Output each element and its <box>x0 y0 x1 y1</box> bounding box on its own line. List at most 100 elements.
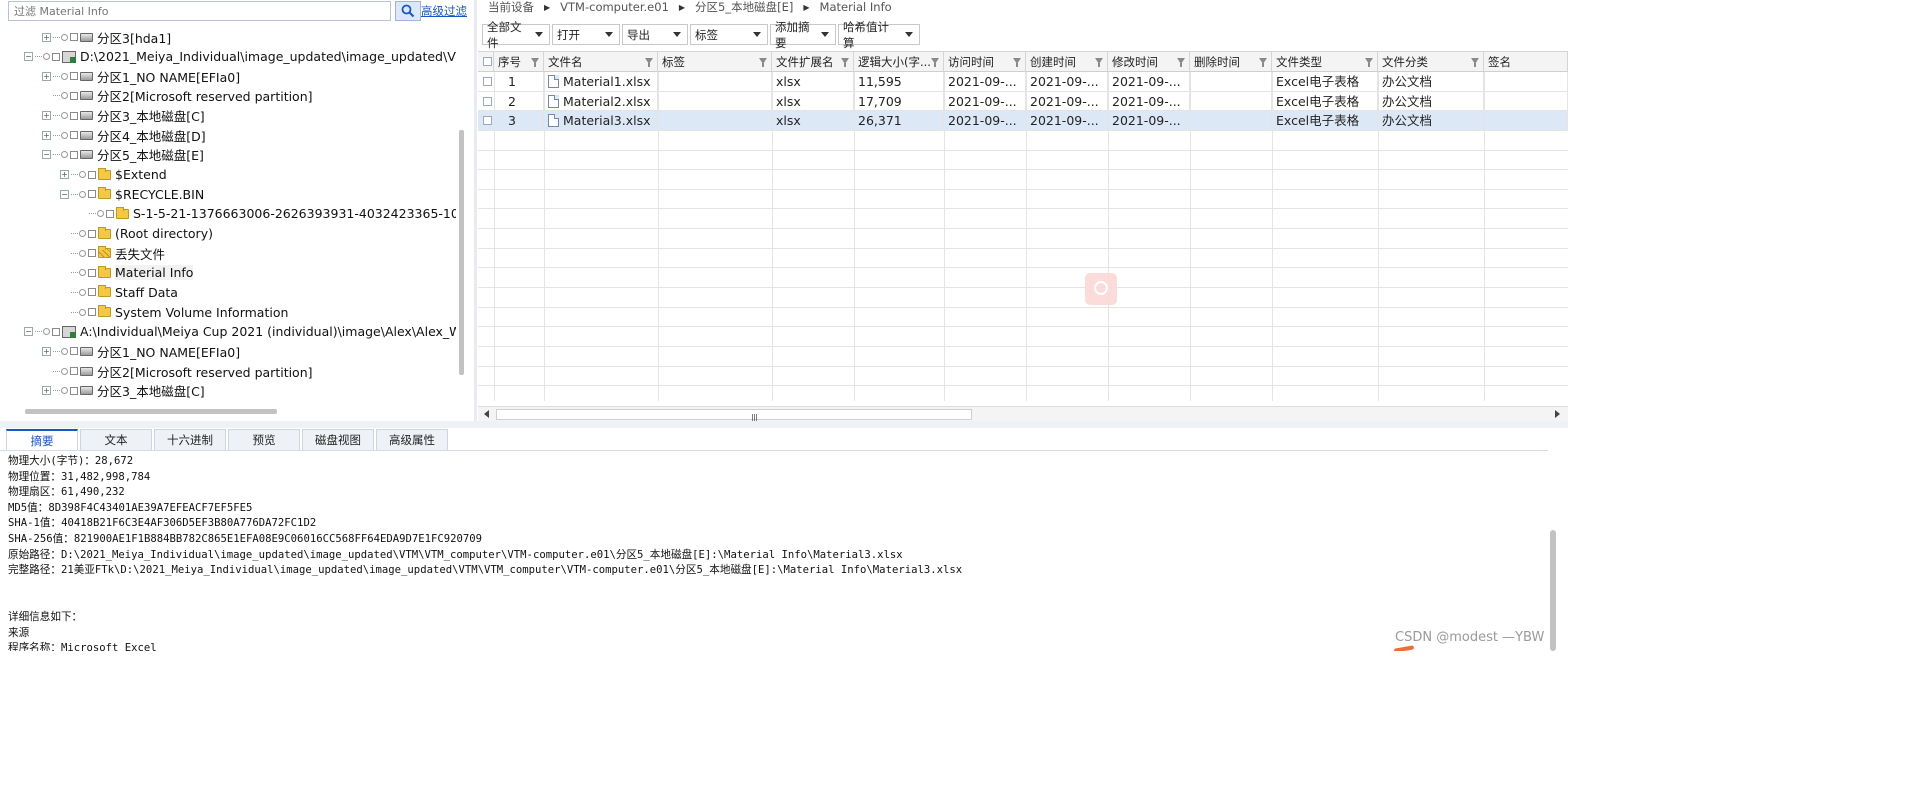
filter-icon[interactable] <box>1365 58 1373 67</box>
node-checkbox[interactable] <box>70 367 78 376</box>
column-header[interactable]: 文件分类 <box>1378 52 1484 72</box>
column-header[interactable]: 标签 <box>658 52 772 72</box>
expand-icon[interactable]: + <box>42 130 51 140</box>
node-checkbox[interactable] <box>88 229 96 238</box>
vertical-splitter[interactable] <box>474 0 477 421</box>
node-radio[interactable] <box>79 230 86 237</box>
tree-node[interactable]: (Root directory) <box>60 224 213 244</box>
expand-icon[interactable]: + <box>42 71 51 81</box>
node-radio[interactable] <box>61 33 68 41</box>
tree-node[interactable]: + $Extend <box>60 165 167 185</box>
tab-2[interactable]: 文本 <box>80 429 152 450</box>
grid-scroll-thumb[interactable]: ||| <box>496 409 972 424</box>
tree-node[interactable]: 丢失文件 <box>60 243 165 263</box>
tree-vertical-scrollbar[interactable] <box>459 130 464 375</box>
node-checkbox[interactable] <box>52 327 60 336</box>
node-radio[interactable] <box>61 92 68 100</box>
scroll-left-arrow-icon[interactable] <box>484 410 489 418</box>
summary-vertical-scrollbar[interactable] <box>1550 530 1556 651</box>
node-checkbox[interactable] <box>70 131 78 140</box>
filter-icon[interactable] <box>645 58 653 67</box>
node-radio[interactable] <box>79 308 86 316</box>
tree-node[interactable]: 分区2[Microsoft reserved partition] <box>42 86 313 106</box>
toolbar-dropdown-3[interactable]: 导出 <box>622 24 688 45</box>
filter-icon[interactable] <box>1471 58 1479 67</box>
node-checkbox[interactable] <box>70 386 78 395</box>
toolbar-dropdown-5[interactable]: 添加摘要 <box>770 20 836 50</box>
tab-5[interactable]: 磁盘视图 <box>302 429 374 450</box>
table-row[interactable]: 3 Material3.xlsx xlsx 26,371 2021-09-... 2021… <box>478 111 1568 131</box>
tree-node[interactable]: 分区2[Microsoft reserved partition] <box>42 361 313 381</box>
tree-filter-input[interactable] <box>8 1 391 21</box>
expand-icon[interactable]: + <box>60 170 69 180</box>
column-header[interactable]: 序号 <box>494 52 544 72</box>
tree-node[interactable]: Material Info <box>60 263 194 283</box>
tree-node[interactable]: − $RECYCLE.BIN <box>60 184 204 204</box>
node-checkbox[interactable] <box>106 209 114 218</box>
node-checkbox[interactable] <box>70 347 78 356</box>
node-checkbox[interactable] <box>88 268 96 277</box>
node-checkbox[interactable] <box>88 288 96 297</box>
tree-node[interactable]: + 分区3_本地磁盘[C] <box>42 106 205 126</box>
node-checkbox[interactable] <box>88 308 96 317</box>
node-radio[interactable] <box>79 249 86 257</box>
filter-icon[interactable] <box>1259 58 1267 67</box>
column-header[interactable]: 逻辑大小(字... <box>854 52 944 72</box>
node-radio[interactable] <box>43 53 50 61</box>
tree-node[interactable]: + 分区3_本地磁盘[C] <box>42 381 205 401</box>
toolbar-dropdown-2[interactable]: 打开 <box>552 24 620 45</box>
column-header[interactable]: 删除时间 <box>1190 52 1272 72</box>
column-header[interactable]: 文件扩展名 <box>772 52 854 72</box>
tab-1[interactable]: 摘要 <box>6 429 78 450</box>
tree-node[interactable]: + 分区4_本地磁盘[D] <box>42 125 206 145</box>
advanced-filter-link[interactable]: 高级过滤 <box>421 3 467 19</box>
tree-node[interactable]: System Volume Information <box>60 302 288 322</box>
node-checkbox[interactable] <box>88 190 96 199</box>
breadcrumb-item[interactable]: VTM-computer.e01 <box>550 0 679 14</box>
row-checkbox[interactable] <box>483 77 492 86</box>
expand-icon[interactable]: + <box>42 346 51 356</box>
breadcrumb-item[interactable]: Material Info <box>810 0 902 14</box>
tree-node[interactable]: − D:\2021_Meiya_Individual\image_updated\… <box>24 47 456 67</box>
table-row[interactable]: 1 Material1.xlsx xlsx 11,595 2021-09-... 2021… <box>478 72 1568 92</box>
column-header[interactable]: 创建时间 <box>1026 52 1108 72</box>
tree-node[interactable]: + 分区3[hda1] <box>42 27 171 47</box>
node-radio[interactable] <box>79 288 86 296</box>
node-radio[interactable] <box>61 151 68 159</box>
node-checkbox[interactable] <box>70 33 78 41</box>
collapse-icon[interactable]: − <box>42 150 51 160</box>
node-radio[interactable] <box>97 210 104 218</box>
tree-node[interactable]: − A:\Individual\Meiya Cup 2021 (individua… <box>24 322 456 342</box>
toolbar-dropdown-6[interactable]: 哈希值计算 <box>838 20 920 50</box>
node-checkbox[interactable] <box>70 91 78 100</box>
node-radio[interactable] <box>61 131 68 139</box>
row-checkbox[interactable] <box>483 116 492 126</box>
horizontal-splitter[interactable] <box>0 421 1568 428</box>
select-all-checkbox[interactable] <box>483 57 492 66</box>
filter-icon[interactable] <box>531 58 539 67</box>
node-radio[interactable] <box>79 171 86 179</box>
filter-icon[interactable] <box>1095 58 1103 67</box>
filter-icon[interactable] <box>841 58 849 67</box>
tree-node[interactable]: S-1-5-21-1376663006-2626393931-403242336… <box>78 204 456 224</box>
collapse-icon[interactable]: − <box>60 189 69 199</box>
tab-4[interactable]: 预览 <box>228 429 300 450</box>
tree-node[interactable]: + 分区1_NO NAME[EFIa0] <box>42 341 240 361</box>
expand-icon[interactable]: + <box>42 386 51 396</box>
filter-icon[interactable] <box>931 58 939 67</box>
table-row[interactable]: 2 Material2.xlsx xlsx 17,709 2021-09-... 2021… <box>478 91 1568 112</box>
node-checkbox[interactable] <box>70 111 78 120</box>
tree-node[interactable]: Staff Data <box>60 282 178 302</box>
column-header[interactable]: 文件类型 <box>1272 52 1378 72</box>
node-radio[interactable] <box>61 367 68 375</box>
toolbar-dropdown-1[interactable]: 全部文件 <box>482 20 550 50</box>
column-header[interactable]: 修改时间 <box>1108 52 1190 72</box>
node-radio[interactable] <box>61 347 68 355</box>
filter-search-button[interactable] <box>395 1 421 21</box>
node-radio[interactable] <box>79 190 86 198</box>
node-radio[interactable] <box>61 112 68 120</box>
expand-icon[interactable]: + <box>42 32 51 42</box>
filter-icon[interactable] <box>1013 58 1021 67</box>
tree-horizontal-scrollbar[interactable] <box>25 409 277 414</box>
node-checkbox[interactable] <box>52 52 60 61</box>
